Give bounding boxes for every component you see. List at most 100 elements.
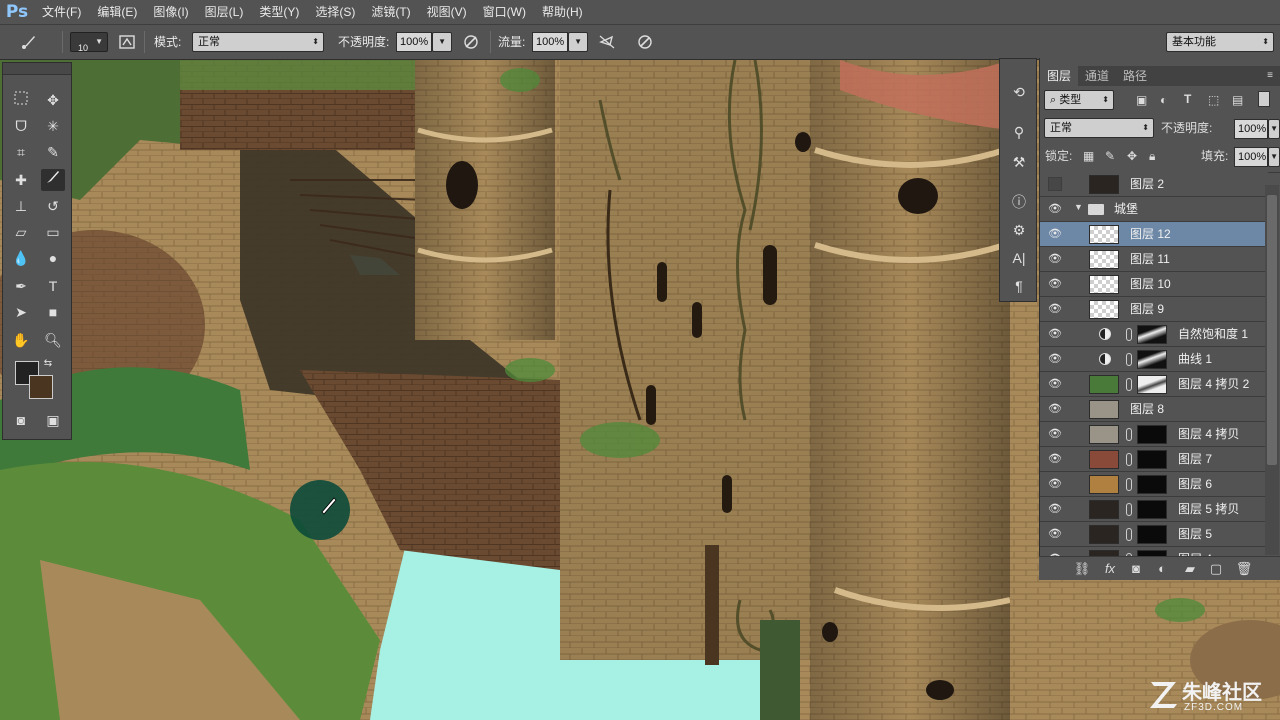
lock-transparent-icon[interactable]: ▦ [1083,149,1094,163]
panel-menu-icon[interactable]: ≡ [1267,70,1273,81]
filter-kind-select[interactable]: ⌕ 类型 ⬍ [1044,90,1114,110]
layer-row[interactable]: 👁︎ 图层 4 拷贝 2 [1040,372,1268,397]
blend-mode-select[interactable]: 正常 ⬍ [1044,118,1154,138]
layer-thumbnail[interactable] [1089,525,1119,544]
layer-name[interactable]: 图层 9 [1130,297,1164,322]
mask-link-icon[interactable] [1126,478,1132,491]
layer-name[interactable]: 图层 10 [1130,272,1171,297]
layer-name[interactable]: 图层 11 [1130,247,1170,272]
new-layer-icon[interactable]: ▢ [1207,560,1225,578]
layer-name[interactable]: 自然饱和度 1 [1178,322,1248,347]
mask-link-icon[interactable] [1126,428,1132,441]
layer-row[interactable]: 👁︎ 图层 7 [1040,447,1268,472]
layer-mask-thumbnail[interactable] [1137,350,1167,369]
visibility-eye-icon[interactable]: 👁︎ [1048,477,1062,491]
flow-slider-button[interactable]: ▼ [568,32,588,52]
visibility-eye-icon[interactable]: 👁︎ [1048,327,1062,341]
path-selection-tool-icon[interactable]: ➤ [9,301,33,323]
menu-image[interactable]: 图像(I) [145,0,196,24]
hand-tool-icon[interactable]: ✋ [9,329,33,351]
airbrush-icon[interactable] [598,33,616,51]
layer-name[interactable]: 图层 8 [1130,397,1164,422]
history-brush-tool-icon[interactable]: ↺ [41,195,65,217]
tool-presets-icon[interactable]: ⚒ [1007,151,1031,173]
mode-select[interactable]: 正常 ⬍ [192,32,324,52]
layer-thumbnail[interactable] [1089,500,1119,519]
layer-thumbnail[interactable] [1089,175,1119,194]
brush-tool-icon[interactable] [41,169,65,191]
layer-opacity-slider[interactable]: ▼ [1268,119,1280,139]
info-icon[interactable]: ⓘ [1007,191,1031,213]
pressure-size-icon[interactable] [636,33,654,51]
flow-input[interactable]: 100% [532,32,568,52]
layer-name[interactable]: 图层 5 [1178,522,1212,547]
layer-name[interactable]: 图层 4 拷贝 [1178,422,1239,447]
panel-grip[interactable] [3,63,71,75]
layer-mask-thumbnail[interactable] [1137,500,1167,519]
menu-view[interactable]: 视图(V) [419,0,475,24]
mask-link-icon[interactable] [1126,378,1132,391]
marquee-tool-icon[interactable] [9,89,33,111]
layer-row[interactable]: 👁︎ 图层 11 [1040,247,1268,272]
filter-type-icon[interactable]: T [1184,92,1191,106]
brush-presets-icon[interactable]: ⚲ [1007,121,1031,143]
layer-thumbnail[interactable] [1089,250,1119,269]
layer-mask-thumbnail[interactable] [1137,525,1167,544]
visibility-eye-icon[interactable]: 👁︎ [1048,452,1062,466]
eraser-tool-icon[interactable]: ▱ [9,221,33,243]
layer-mask-thumbnail[interactable] [1137,375,1167,394]
magic-wand-tool-icon[interactable]: ✳ [41,115,65,137]
add-mask-icon[interactable]: ◙ [1127,560,1145,578]
visibility-eye-icon[interactable]: 👁︎ [1048,427,1062,441]
visibility-eye-icon[interactable]: 👁︎ [1048,252,1062,266]
filter-smart-object-icon[interactable]: ▤ [1232,93,1243,107]
pressure-opacity-icon[interactable] [462,33,480,51]
brush-panel-toggle-icon[interactable] [118,33,136,51]
layer-thumbnail[interactable] [1089,225,1119,244]
layer-group-row[interactable]: 👁︎ ▼ 城堡 [1040,197,1268,222]
tab-channels[interactable]: 通道 [1078,66,1116,86]
layer-thumbnail[interactable] [1089,450,1119,469]
layer-name[interactable]: 图层 2 [1130,172,1164,197]
lasso-tool-icon[interactable]: ᗜ [9,115,33,137]
layer-thumbnail[interactable] [1089,275,1119,294]
visibility-eye-icon[interactable]: 👁︎ [1048,352,1062,366]
character-icon[interactable]: A| [1007,247,1031,269]
history-panel-icon[interactable]: ⟲ [1007,81,1031,103]
menu-window[interactable]: 窗口(W) [475,0,534,24]
layer-opacity-input[interactable]: 100% [1234,119,1268,139]
fill-input[interactable]: 100% [1234,147,1268,167]
layer-mask-thumbnail[interactable] [1137,450,1167,469]
layer-style-icon[interactable]: fx [1101,560,1119,578]
visibility-eye-icon[interactable]: 👁︎ [1048,402,1062,416]
brush-size-picker[interactable]: 10 ▼ [70,32,108,53]
screen-mode-icon[interactable]: ▣ [41,409,65,431]
layer-row[interactable]: 👁︎图层 4 [1040,547,1268,556]
workspace-select[interactable]: 基本功能 ⬍ [1166,32,1274,52]
swap-colors-icon[interactable]: ⇆ [41,357,55,371]
menu-type[interactable]: 类型(Y) [251,0,307,24]
layer-thumbnail[interactable] [1089,425,1119,444]
quick-mask-icon[interactable]: ◙ [9,409,33,431]
layer-mask-thumbnail[interactable] [1137,475,1167,494]
opacity-slider-button[interactable]: ▼ [432,32,452,52]
filter-adjustment-icon[interactable]: ◐ [1160,93,1167,107]
scrollbar-thumb[interactable] [1267,195,1277,465]
visibility-eye-icon[interactable]: 👁︎ [1048,277,1062,291]
new-group-icon[interactable]: ▰ [1181,560,1199,578]
paragraph-icon[interactable]: ¶ [1007,275,1031,297]
layer-row[interactable]: 👁︎ 图层 12 [1040,222,1268,247]
layer-name[interactable]: 图层 6 [1178,472,1212,497]
healing-brush-tool-icon[interactable]: ✚ [9,169,33,191]
layer-name[interactable]: 图层 12 [1130,222,1171,247]
lock-image-icon[interactable]: ✎ [1105,149,1115,163]
mask-link-icon[interactable] [1126,328,1132,341]
pen-tool-icon[interactable]: ✒ [9,275,33,297]
eyedropper-tool-icon[interactable]: ✎ [41,141,65,163]
blur-tool-icon[interactable]: 💧 [9,247,33,269]
group-expand-icon[interactable]: ▼ [1074,202,1083,212]
filter-pixel-icon[interactable]: ▣ [1136,93,1147,107]
menu-select[interactable]: 选择(S) [307,0,363,24]
brush-tool-preset-icon[interactable] [20,33,38,51]
visibility-eye-icon[interactable]: 👁︎ [1048,202,1062,216]
